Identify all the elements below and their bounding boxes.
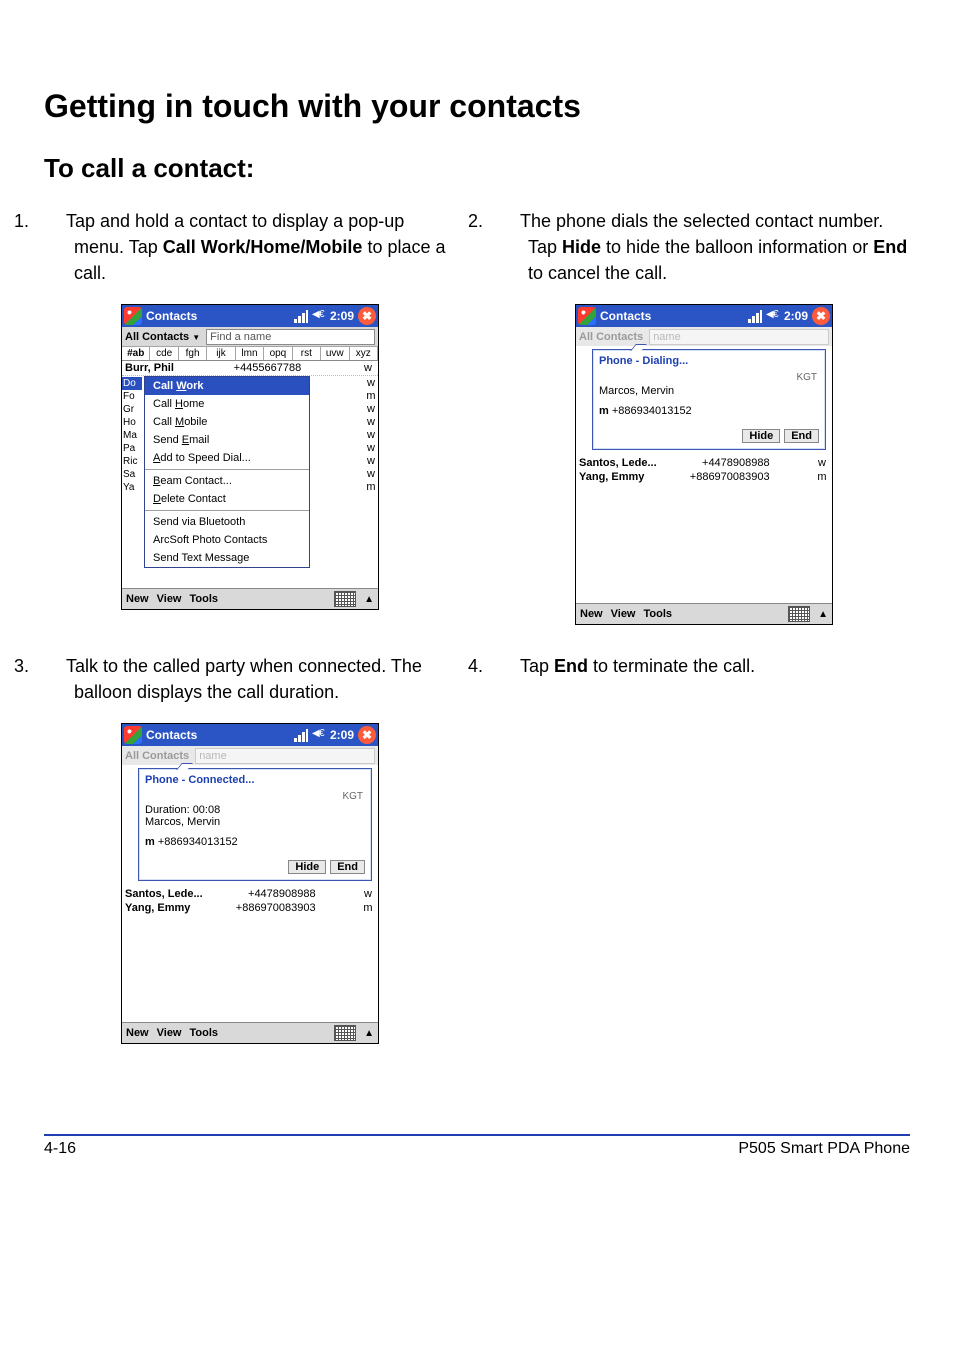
context-menu-item[interactable]: Call Home [145, 395, 309, 413]
signal-icon [294, 728, 308, 742]
hide-button[interactable]: Hide [742, 429, 780, 443]
context-menu: Call WorkCall HomeCall MobileSend EmailA… [144, 376, 310, 568]
contact-row[interactable]: Yang, Emmy +886970083903 m [576, 470, 832, 484]
balloon-title: Phone - Connected... [145, 774, 365, 786]
screenshot-connected: Contacts 2:09 ✖ All Contacts name Phone … [121, 723, 379, 1044]
balloon-contact-name: Marcos, Mervin [145, 816, 365, 828]
call-balloon: Phone - Dialing... KGT Marcos, Mervin m … [592, 349, 826, 450]
close-icon[interactable]: ✖ [358, 726, 376, 744]
start-icon[interactable] [124, 726, 142, 744]
balloon-contact-name: Marcos, Mervin [599, 385, 819, 397]
clock: 2:09 [330, 309, 354, 323]
contact-row[interactable]: Yang, Emmy +886970083903 m [122, 901, 378, 915]
context-menu-item[interactable]: ArcSoft Photo Contacts [145, 531, 309, 549]
app-title: Contacts [146, 309, 197, 323]
balloon-number: m +886934013152 [599, 405, 819, 417]
close-icon[interactable]: ✖ [812, 307, 830, 325]
start-icon[interactable] [124, 307, 142, 325]
step-1: 1.Tap and hold a contact to display a po… [44, 208, 456, 286]
speaker-icon [312, 309, 326, 323]
carrier-label: KGT [796, 372, 817, 383]
end-button[interactable]: End [784, 429, 819, 443]
soft-menu[interactable]: NewViewTools ▲ [122, 588, 378, 609]
screenshot-dialing: Contacts 2:09 ✖ All Contacts name Phone … [575, 304, 833, 625]
balloon-title: Phone - Dialing... [599, 355, 819, 367]
context-menu-item[interactable]: Call Mobile [145, 413, 309, 431]
context-menu-item[interactable]: Send Email [145, 431, 309, 449]
step-4: 4.Tap End to terminate the call. [498, 653, 910, 679]
start-icon[interactable] [578, 307, 596, 325]
filter-dropdown[interactable]: All Contacts ▼ [125, 331, 200, 343]
context-menu-item[interactable]: Send Text Message [145, 549, 309, 567]
hide-button[interactable]: Hide [288, 860, 326, 874]
context-menu-item[interactable]: Send via Bluetooth [145, 513, 309, 531]
call-balloon: Phone - Connected... KGT Duration: 00:08… [138, 768, 372, 881]
find-name-input[interactable]: Find a name [206, 329, 375, 345]
alpha-tabs[interactable]: #abcdefghijklmnopqrstuvwxyz [122, 346, 378, 361]
clock: 2:09 [330, 728, 354, 742]
step-3: 3.Talk to the called party when connecte… [44, 653, 456, 705]
context-menu-item[interactable]: Delete Contact [145, 490, 309, 508]
end-button[interactable]: End [330, 860, 365, 874]
balloon-number: m +886934013152 [145, 836, 365, 848]
signal-icon [294, 309, 308, 323]
contact-row[interactable]: Santos, Lede... +4478908988 w [576, 456, 832, 470]
soft-menu[interactable]: NewViewTools ▲ [576, 603, 832, 624]
page-number: 4-16 [44, 1140, 76, 1158]
step-2: 2.The phone dials the selected contact n… [498, 208, 910, 286]
screenshot-popup-menu: Contacts 2:09 ✖ All Contacts ▼ Find a na… [121, 304, 379, 610]
keyboard-icon[interactable] [334, 1025, 356, 1041]
keyboard-icon[interactable] [788, 606, 810, 622]
soft-menu[interactable]: NewViewTools ▲ [122, 1022, 378, 1043]
app-title: Contacts [600, 309, 651, 323]
sub-heading: To call a contact: [44, 153, 910, 184]
signal-icon [748, 309, 762, 323]
product-name: P505 Smart PDA Phone [738, 1140, 910, 1158]
context-menu-item[interactable]: Beam Contact... [145, 472, 309, 490]
app-title: Contacts [146, 728, 197, 742]
context-menu-item[interactable]: Add to Speed Dial... [145, 449, 309, 467]
carrier-label: KGT [342, 791, 363, 802]
keyboard-icon[interactable] [334, 591, 356, 607]
speaker-icon [312, 728, 326, 742]
section-heading: Getting in touch with your contacts [44, 88, 910, 125]
contact-row[interactable]: Burr, Phil +4455667788 w [122, 361, 378, 376]
context-menu-item[interactable]: Call Work [145, 377, 309, 395]
close-icon[interactable]: ✖ [358, 307, 376, 325]
contact-row[interactable]: Santos, Lede... +4478908988 w [122, 887, 378, 901]
speaker-icon [766, 309, 780, 323]
clock: 2:09 [784, 309, 808, 323]
call-duration: Duration: 00:08 [145, 804, 365, 816]
